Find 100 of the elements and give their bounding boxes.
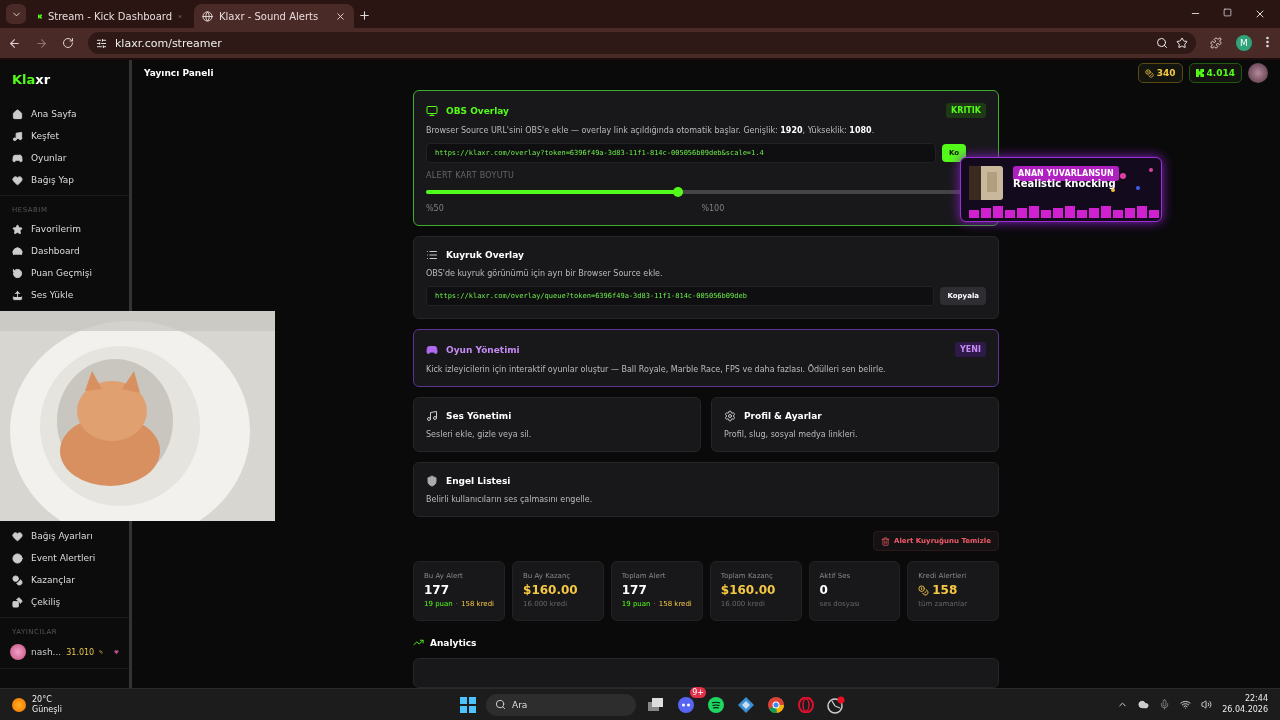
sidebar-item[interactable]: Keşfet [0,125,129,147]
star-icon[interactable] [1176,37,1188,49]
status-badge: KRITIK [946,103,986,118]
heart-icon [12,174,23,186]
network-icon[interactable] [1180,699,1192,710]
new-badge: YENI [955,342,986,357]
music-icon [426,410,438,422]
weather-condition: Güneşli [32,704,62,715]
logo[interactable]: Klaxr [0,72,129,99]
clock-time[interactable]: 22:44 [1244,694,1268,705]
notification-badge: 9+ [690,686,706,698]
card-title: Kuyruk Overlay [446,250,525,260]
close-icon[interactable] [335,10,346,22]
microphone-icon[interactable] [1159,699,1171,710]
monitor-icon [426,104,438,117]
new-tab-icon[interactable] [358,9,371,22]
card-title: Profil & Ayarlar [744,411,823,421]
stat-value: 158 [932,583,958,597]
slider-tick: %50 [426,204,444,213]
streamer-name[interactable]: nash... [31,647,62,657]
app-icon[interactable] [736,694,756,715]
stat-value: $160.00 [523,583,578,597]
user-avatar[interactable] [1248,63,1268,83]
music-app-icon[interactable] [706,694,726,715]
card-description: Browser Source URL'sini OBS'e ekle — overlay link açıldığında otomatik başlar. Genişlik: 1920, Yükseklik: 1080. [426,126,876,135]
windows-start-icon[interactable] [460,696,476,713]
heart-icon [12,530,23,542]
globe-icon [202,10,213,22]
stat-value: 177 [424,583,450,597]
music-icon [12,130,23,142]
slider-thumb[interactable] [673,187,683,197]
star-icon [12,223,23,235]
maximize-icon[interactable] [1223,8,1232,17]
sidebar-item[interactable]: Event Alertleri [0,547,129,569]
avatar [10,644,26,660]
temperature: 20°C [32,694,53,705]
sidebar-item[interactable]: Favorilerim [0,218,129,240]
card-title: OBS Overlay [446,105,510,116]
browser-tab[interactable]: Stream - Kick Dashboard [30,4,190,28]
address-bar[interactable]: klaxr.com/streamer [88,32,1196,54]
clock-date[interactable]: 26.04.2026 [1222,704,1268,715]
credit-count: 31.010 [66,647,95,657]
card-title: Ses Yönetimi [446,411,513,421]
reload-icon[interactable] [62,37,74,49]
sidebar-item[interactable]: Ana Sayfa [0,103,129,125]
stat-value: $160.00 [720,583,776,597]
gamepad-icon [426,343,438,356]
card-title: Oyun Yönetimi [446,344,521,355]
sidebar-item[interactable]: Bağış Yap [0,169,129,191]
sidebar-item[interactable]: Puan Geçmişi [0,262,129,284]
tab-title: Klaxr - Sound Alerts [219,10,320,22]
heart-icon[interactable] [114,647,119,657]
card-description: OBS'de kuyruk görünümü için ayrı bir Browser Source ekle. [426,269,664,278]
page-title: Yayıncı Paneli [144,68,215,78]
tool-card[interactable]: Profil & Ayarlar Profil, slug, sosyal medya linkleri. [711,397,999,452]
gamepad-icon [12,152,23,164]
shield-icon [426,475,438,487]
chat-app-icon[interactable] [676,694,696,715]
search-icon[interactable] [1156,37,1168,49]
sidebar-item[interactable]: Oyunlar [0,147,129,169]
tab-list-button[interactable] [6,4,26,24]
tab-title: Stream - Kick Dashboard [47,10,173,22]
extensions-icon[interactable] [1210,37,1222,49]
stat-value: 0 [819,583,828,597]
search-icon [495,698,506,710]
sidebar-item[interactable]: Kazançlar [0,569,129,591]
forward-icon[interactable] [35,36,48,50]
app-icon[interactable] [826,694,846,715]
site-settings-icon[interactable] [96,37,107,49]
card-title: Engel Listesi [446,476,512,486]
slider-tick: %100 [701,204,725,213]
stat-value: 177 [621,583,647,597]
block-list-card[interactable]: Engel Listesi Belirli kullanıcıların ses çalmasını engelle. [413,462,999,517]
sidebar-item[interactable]: Dashboard [0,240,129,262]
sidebar-item[interactable]: Çekiliş [0,591,129,613]
url-text: klaxr.com/streamer [115,36,222,50]
trend-icon [413,637,424,648]
home-icon [12,108,23,120]
close-icon[interactable] [1254,8,1266,20]
back-icon[interactable] [8,36,21,50]
volume-icon[interactable] [1201,699,1213,710]
game-management-card[interactable]: Oyun Yönetimi YENI Kick izleyicilerin için interaktif oyunlar oluştur — Ball Royale, Marble Race, FPS ve daha fazlası. Ödülleri sen belirle. [413,329,999,387]
settings-icon [724,410,736,422]
sidebar-item[interactable]: Bağış Ayarları [0,525,129,547]
tool-card[interactable]: Ses Yönetimi Sesleri ekle, gizle veya sil. [413,397,701,452]
browser-icon[interactable] [766,694,786,715]
k-logo-icon [1195,69,1204,77]
upload-icon [12,289,23,301]
card-description: Belirli kullanıcıların ses çalmasını engelle. [426,495,594,504]
section-title: Analytics [430,637,478,648]
trash-icon [881,536,890,546]
list-icon [426,249,438,261]
search-field[interactable]: Ara [486,693,636,716]
cloud-icon[interactable] [1138,699,1150,710]
sidebar-item[interactable]: Ses Yükle [0,284,129,306]
sun-icon [12,697,26,712]
card-description: Sesleri ekle, gizle veya sil. [426,430,533,439]
slider-label: ALERT KART BOYUTU [426,171,516,180]
browser-tab[interactable]: Klaxr - Sound Alerts [194,4,354,28]
balance-badge: 4.014 [1188,63,1242,83]
